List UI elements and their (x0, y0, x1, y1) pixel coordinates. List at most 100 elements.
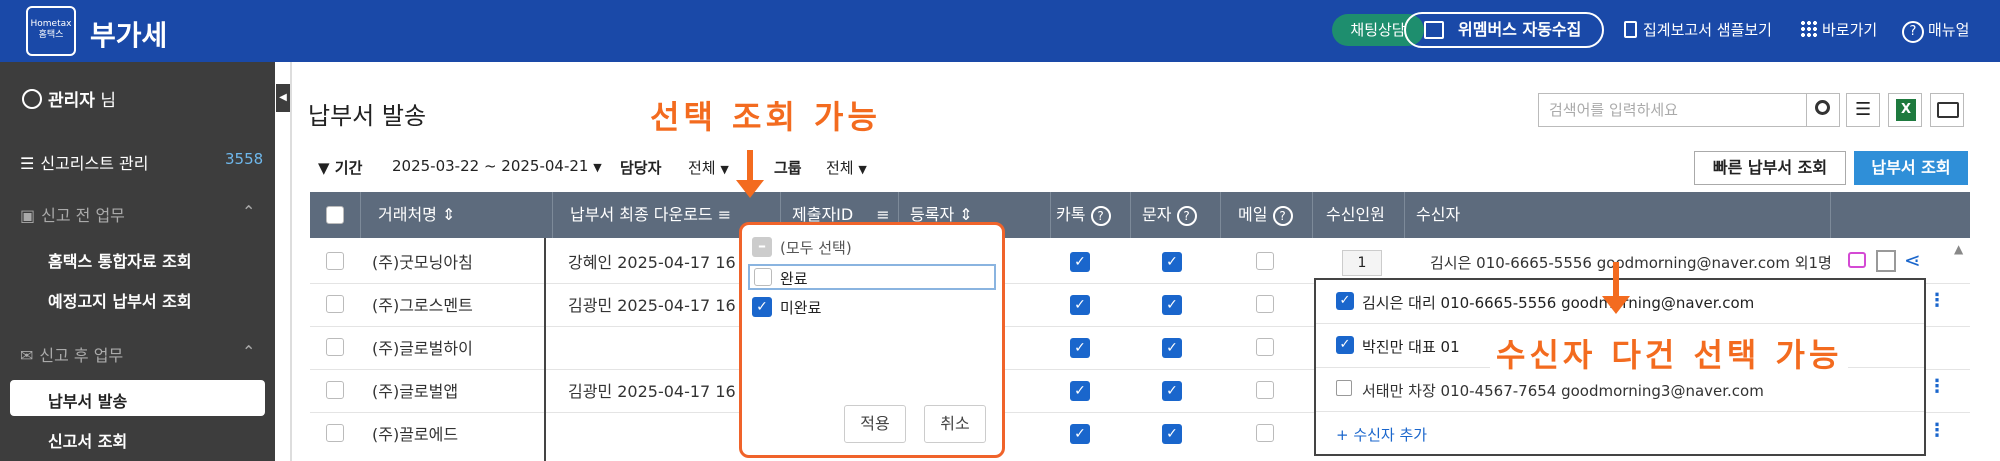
recipient-count-box[interactable]: 1 (1342, 250, 1382, 276)
group-dropdown[interactable]: 전체 ▼ (826, 157, 867, 178)
report-count-badge: 3558 (225, 150, 264, 168)
filter-option-complete[interactable]: 완료 (748, 264, 996, 290)
row-more-icon[interactable]: ⋮ (1928, 420, 1946, 441)
search-input[interactable]: 검색어를 입력하세요 (1538, 93, 1808, 127)
hometax-logo[interactable]: Hometax 홈택스 (26, 6, 76, 56)
company-name[interactable]: (주)글로벌앱 (372, 382, 458, 402)
excel-button[interactable]: X (1888, 93, 1922, 127)
sidebar: 관리자 님 ☰ 신고리스트 관리 3558 ▣ 신고 전 업무 ⌃ 홈택스 통합자료… (0, 62, 275, 461)
recipient-checkbox-checked[interactable]: ✓ (1336, 336, 1354, 354)
option-checkbox-checked[interactable]: ✓ (752, 297, 772, 317)
scroll-up-arrow[interactable]: ▲ (1954, 242, 1963, 256)
shortcut-link[interactable]: 바로가기 (1800, 20, 1877, 40)
col-sms[interactable]: 문자 ? (1142, 192, 1197, 238)
manager-dropdown[interactable]: 전체 ▼ (688, 157, 729, 178)
recipient-checkbox[interactable] (1336, 380, 1352, 396)
kakao-checkbox[interactable]: ✓ (1070, 252, 1090, 272)
row-checkbox[interactable] (326, 381, 344, 399)
row-checkbox[interactable] (326, 338, 344, 356)
manual-link[interactable]: ? 매뉴얼 (1902, 20, 1969, 43)
period-label-text: 기간 (334, 159, 363, 177)
kakao-checkbox[interactable]: ✓ (1070, 424, 1090, 444)
qr-icon[interactable] (1876, 250, 1896, 272)
sms-checkbox[interactable]: ✓ (1162, 338, 1182, 358)
app-title: 부가세 (90, 19, 168, 52)
sidebar-item-hometax[interactable]: 홈택스 통합자료 조회 (48, 248, 323, 272)
group-filter-label: 그룹 (774, 159, 802, 177)
col-download-label: 납부서 최종 다운로드 (570, 205, 713, 224)
company-name[interactable]: (주)끌로에드 (372, 425, 458, 445)
share-icon[interactable]: ⋖ (1904, 248, 1921, 272)
download-info: 김광민 2025-04-17 16 (568, 296, 736, 315)
search-icon (1815, 100, 1830, 115)
company-name[interactable]: (주)굿모닝아침 (372, 253, 473, 273)
search-button[interactable] (1806, 93, 1840, 127)
filter-option-all[interactable]: – (모두 선택) (752, 235, 992, 259)
sms-checkbox[interactable]: ✓ (1162, 381, 1182, 401)
row-more-icon[interactable]: ⋮ (1928, 376, 1946, 397)
company-name[interactable]: (주)그로스멘트 (372, 296, 473, 316)
recipient-checkbox-checked[interactable]: ✓ (1336, 292, 1354, 310)
col-mail[interactable]: 메일 ? (1238, 192, 1293, 238)
caret-down-icon: ▼ (720, 163, 729, 176)
grid-icon (1800, 20, 1818, 38)
mail-checkbox[interactable] (1256, 252, 1274, 270)
sidebar-item-report-list[interactable]: ☰ 신고리스트 관리 3558 (20, 150, 295, 174)
sms-checkbox[interactable]: ✓ (1162, 424, 1182, 444)
col-company[interactable]: 거래처명 ⇕ (378, 192, 455, 238)
sidebar-collapse-button[interactable]: ◀ (276, 84, 290, 112)
select-all-checkbox[interactable] (326, 206, 344, 224)
sidebar-item-report-view[interactable]: 신고서 조회 (48, 428, 323, 452)
row-checkbox[interactable] (326, 295, 344, 313)
list-view-button[interactable]: ☰ (1846, 93, 1880, 127)
option-checkbox[interactable] (754, 268, 772, 286)
col-company-label: 거래처명 (378, 205, 437, 224)
apply-button[interactable]: 적용 (844, 405, 906, 443)
manager-filter-label: 담당자 (620, 159, 662, 177)
sidebar-item-prenotice[interactable]: 예정고지 납부서 조회 (48, 288, 323, 312)
annotation-arrow-head (1602, 296, 1630, 314)
header-divider (1830, 192, 1831, 238)
header-divider (1220, 192, 1221, 238)
kakao-checkbox[interactable]: ✓ (1070, 338, 1090, 358)
col-kakao[interactable]: 카톡 ? (1056, 192, 1111, 238)
row-checkbox[interactable] (326, 252, 344, 270)
row-more-icon[interactable]: ⋮ (1928, 290, 1946, 311)
annotation-select-query: 선택 조회 가능 (650, 98, 881, 136)
mail-checkbox[interactable] (1256, 295, 1274, 313)
kakao-checkbox[interactable]: ✓ (1070, 381, 1090, 401)
cancel-button[interactable]: 취소 (924, 405, 986, 443)
mail-checkbox[interactable] (1256, 338, 1274, 356)
quick-payment-view-button[interactable]: 빠른 납부서 조회 (1694, 151, 1846, 185)
sidebar-section-pre[interactable]: ▣ 신고 전 업무 ⌃ (20, 202, 295, 226)
folder-button[interactable] (1930, 93, 1964, 127)
sms-checkbox[interactable]: ✓ (1162, 252, 1182, 272)
manager-value: 전체 (688, 159, 716, 177)
report-sample-link[interactable]: 집계보고서 샘플보기 (1624, 20, 1772, 40)
speech-bubble-icon[interactable] (1848, 252, 1866, 268)
sms-checkbox[interactable]: ✓ (1162, 295, 1182, 315)
period-filter-label: ▼ 기간 (318, 157, 362, 178)
mail-checkbox[interactable] (1256, 381, 1274, 399)
download-info: 강혜인 2025-04-17 16 (568, 253, 736, 272)
recipient-summary[interactable]: 김시은 010-6665-5556 goodmorning@naver.com … (1430, 253, 1832, 273)
payment-view-button[interactable]: 납부서 조회 (1854, 151, 1968, 185)
annotation-arrow (1613, 262, 1619, 298)
indeterminate-checkbox[interactable]: – (752, 237, 772, 257)
download-filter-popup: – (모두 선택) 완료 ✓ 미완료 적용 취소 (739, 222, 1005, 458)
wemembers-autocollect-button[interactable]: 위멤버스 자동수집 (1404, 12, 1604, 48)
logo-subtext: 홈택스 (38, 30, 64, 40)
sidebar-section-post[interactable]: ✉ 신고 후 업무 ⌃ (20, 342, 295, 366)
annotation-multi-select: 수신자 다건 선택 가능 (1490, 330, 1849, 376)
period-dropdown[interactable]: 2025-03-22 ~ 2025-04-21 ▼ (392, 157, 602, 175)
kakao-checkbox[interactable]: ✓ (1070, 295, 1090, 315)
add-recipient-link[interactable]: + 수신자 추가 (1336, 424, 1427, 445)
row-checkbox[interactable] (326, 424, 344, 442)
calendar-icon (1424, 21, 1444, 39)
col-download[interactable]: 납부서 최종 다운로드 ≡ (570, 192, 731, 238)
filter-option-incomplete[interactable]: ✓ 미완료 (752, 295, 992, 319)
sidebar-item-payment-send[interactable]: 납부서 발송 (48, 388, 323, 412)
company-name[interactable]: (주)글로벌하이 (372, 339, 473, 359)
user-suffix: 님 (100, 91, 116, 111)
mail-checkbox[interactable] (1256, 424, 1274, 442)
